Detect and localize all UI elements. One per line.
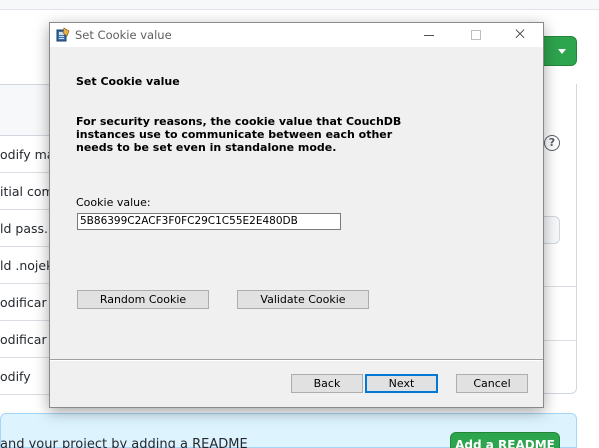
panel-divider bbox=[543, 340, 577, 341]
installer-icon bbox=[56, 27, 70, 42]
cookie-value-label: Cookie value: bbox=[76, 196, 151, 209]
random-cookie-button[interactable]: Random Cookie bbox=[77, 290, 209, 309]
commit-row[interactable]: itial com bbox=[0, 173, 50, 210]
commit-row[interactable]: odify bbox=[0, 358, 50, 395]
commit-row[interactable]: ld .nojek bbox=[0, 247, 50, 284]
commit-row[interactable]: odificar bbox=[0, 321, 50, 358]
dialog-description: For security reasons, the cookie value t… bbox=[76, 115, 406, 154]
commit-list: odify ma itial com ld pass.h ld .nojek o… bbox=[0, 136, 50, 395]
commit-list-header bbox=[0, 84, 50, 136]
cancel-button[interactable]: Cancel bbox=[456, 374, 528, 393]
close-button[interactable]: × bbox=[497, 23, 543, 47]
close-icon: × bbox=[512, 24, 528, 44]
code-dropdown-button[interactable] bbox=[543, 36, 577, 66]
commit-row[interactable]: odify ma bbox=[0, 136, 50, 173]
description-line: For security reasons, the cookie value t… bbox=[76, 115, 402, 128]
next-button[interactable]: Next bbox=[365, 374, 438, 393]
set-cookie-dialog: Set Cookie value × Set Cookie value For … bbox=[49, 22, 544, 408]
cookie-value-input[interactable]: 5B86399C2ACF3F0FC29C1C55E2E480DB bbox=[77, 213, 341, 230]
window-title: Set Cookie value bbox=[75, 28, 172, 42]
panel-divider bbox=[543, 286, 577, 287]
description-line: needs to be set even in standalone mode. bbox=[76, 141, 337, 154]
maximize-button bbox=[453, 23, 499, 47]
dialog-heading: Set Cookie value bbox=[76, 75, 180, 88]
page-top-bar bbox=[0, 0, 599, 10]
minimize-icon bbox=[424, 35, 434, 36]
commit-row[interactable]: ld pass.h bbox=[0, 210, 50, 247]
help-icon[interactable]: ? bbox=[544, 135, 560, 151]
description-line: instances use to communicate between eac… bbox=[76, 128, 393, 141]
commit-row[interactable]: odificar bbox=[0, 284, 50, 321]
maximize-icon bbox=[471, 30, 481, 40]
readme-banner-text: and your project by adding a README bbox=[0, 437, 248, 448]
clone-url-input[interactable] bbox=[543, 216, 560, 244]
back-button[interactable]: Back bbox=[291, 374, 363, 393]
button-separator bbox=[50, 359, 543, 361]
caret-down-icon bbox=[558, 49, 566, 54]
title-bar[interactable]: Set Cookie value × bbox=[50, 23, 543, 47]
minimize-button[interactable] bbox=[407, 23, 453, 47]
add-readme-button[interactable]: Add a README bbox=[450, 432, 560, 448]
validate-cookie-button[interactable]: Validate Cookie bbox=[237, 290, 369, 309]
